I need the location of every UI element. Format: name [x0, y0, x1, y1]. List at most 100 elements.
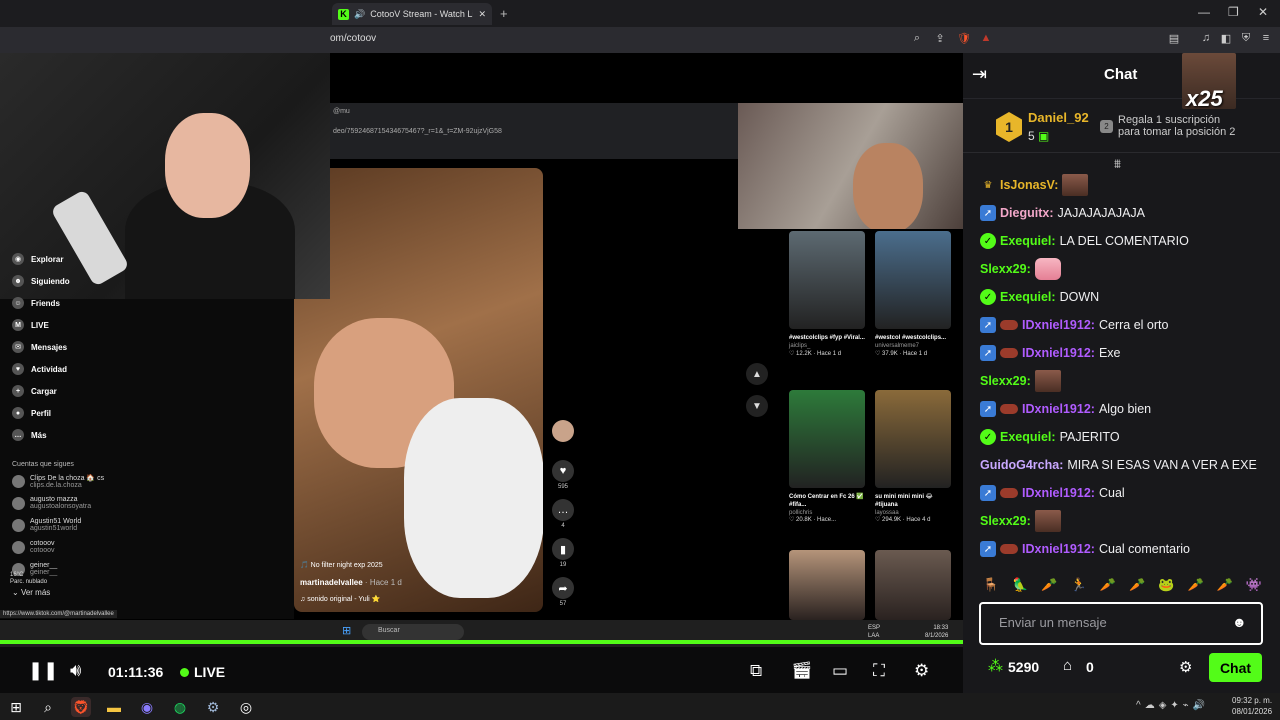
brave-shields-icon[interactable]: 🛡: [956, 32, 972, 48]
like-action[interactable]: ♥ 595: [552, 460, 574, 490]
collapse-chat-icon[interactable]: ⇥: [972, 64, 987, 85]
volume-button[interactable]: 🔊︎: [70, 660, 81, 681]
following-item[interactable]: Clips De la choza 🏠 cs clips.de.la.choza: [12, 474, 104, 489]
chat-username[interactable]: Exequiel:: [1000, 290, 1056, 304]
recommended-video-thumb[interactable]: [875, 231, 951, 329]
quick-emote-icon[interactable]: 🐸: [1155, 574, 1177, 596]
vpn-icon[interactable]: ⛨: [1238, 32, 1254, 48]
tiktok-nav-4[interactable]: ✉ Mensajes: [12, 341, 67, 353]
chat-send-button[interactable]: Chat: [1209, 653, 1262, 682]
media-icon[interactable]: ♫: [1198, 32, 1214, 48]
quick-emote-icon[interactable]: 🥕: [1097, 574, 1119, 596]
save-action[interactable]: ▮ 19: [552, 538, 574, 568]
prev-video-button[interactable]: ▲: [746, 363, 768, 385]
share-action[interactable]: ➦ 57: [552, 577, 574, 607]
comment-action[interactable]: … 4: [552, 499, 574, 529]
share-icon[interactable]: ⇪: [932, 32, 948, 48]
chat-username[interactable]: Exequiel:: [1000, 430, 1056, 444]
tab-close-icon[interactable]: ✕: [478, 9, 486, 20]
start-icon[interactable]: ⊞: [6, 697, 26, 717]
quick-emote-icon[interactable]: 🥕: [1214, 574, 1236, 596]
quick-emote-icon[interactable]: 👾: [1243, 574, 1265, 596]
quick-emote-icon[interactable]: 🦜: [1009, 574, 1031, 596]
tiktok-nav-5[interactable]: ♥ Actividad: [12, 363, 67, 375]
recommended-video-thumb[interactable]: [875, 390, 951, 488]
maximize-button[interactable]: ❐: [1228, 5, 1239, 19]
brave-rewards-icon[interactable]: ▲: [978, 32, 994, 48]
chat-username[interactable]: Dieguitx:: [1000, 206, 1053, 220]
obs-icon[interactable]: ◎: [236, 697, 256, 717]
system-tray[interactable]: ^☁◈✦⌁🔊: [1136, 700, 1209, 711]
chat-message-input[interactable]: [999, 615, 1219, 630]
following-item[interactable]: cotooov cotooov: [12, 540, 55, 554]
channel-points-icon[interactable]: ⁂: [988, 657, 1003, 675]
recommended-video-thumb[interactable]: [789, 390, 865, 488]
next-video-button[interactable]: ▼: [746, 395, 768, 417]
minimize-button[interactable]: —: [1198, 5, 1210, 19]
discord-icon[interactable]: ◉: [137, 697, 157, 717]
tiktok-nav-2[interactable]: ☺ Friends: [12, 297, 60, 309]
comment-icon[interactable]: …: [552, 499, 574, 521]
chat-input-box[interactable]: [979, 602, 1263, 645]
zoom-icon[interactable]: ⌕: [909, 32, 925, 48]
like-icon[interactable]: ♥: [552, 460, 574, 482]
emoji-picker-icon[interactable]: ☻: [1232, 614, 1247, 630]
pause-button[interactable]: ❚❚: [28, 660, 58, 681]
quick-emote-icon[interactable]: 🏃: [1068, 574, 1090, 596]
chat-username[interactable]: Exequiel:: [1000, 234, 1056, 248]
chat-username[interactable]: GuidoG4rcha:: [980, 458, 1063, 472]
tiktok-nav-3[interactable]: M LIVE: [12, 319, 49, 331]
url-text[interactable]: om/cotoov: [330, 33, 376, 44]
tiktok-nav-1[interactable]: ☻ Siguiendo: [12, 275, 70, 287]
close-window-button[interactable]: ✕: [1258, 5, 1268, 19]
clip-button[interactable]: 🎬︎: [791, 661, 813, 681]
quick-emote-icon[interactable]: 🥕: [1185, 574, 1207, 596]
store-count[interactable]: 0: [1086, 659, 1094, 675]
chat-username[interactable]: Slexx29:: [980, 374, 1031, 388]
new-tab-button[interactable]: +: [500, 6, 508, 21]
browser-tab[interactable]: K 🔊 CotooV Stream - Watch Live o ✕: [332, 3, 492, 25]
theater-mode-button[interactable]: ▭: [832, 661, 848, 681]
following-item[interactable]: augusto mazza augustoalonsoyatra: [12, 496, 91, 510]
reader-icon[interactable]: ▤: [1166, 32, 1182, 48]
chat-username[interactable]: IDxniel1912:: [1022, 402, 1095, 416]
search-icon[interactable]: ⌕: [38, 697, 58, 717]
store-icon[interactable]: ⌂: [1063, 657, 1072, 674]
tiktok-nav-8[interactable]: … Más: [12, 429, 47, 441]
menu-icon[interactable]: ≡: [1258, 32, 1274, 48]
chat-username[interactable]: IDxniel1912:: [1022, 346, 1095, 360]
chat-username[interactable]: IDxniel1912:: [1022, 486, 1095, 500]
settings-button[interactable]: ⚙: [914, 661, 929, 681]
tiktok-nav-6[interactable]: + Cargar: [12, 385, 57, 397]
chat-username[interactable]: Slexx29:: [980, 262, 1031, 276]
recommended-video-thumb[interactable]: [789, 550, 865, 620]
channel-points[interactable]: 5290: [1008, 659, 1039, 675]
recommended-video-thumb[interactable]: [789, 231, 865, 329]
pip-button[interactable]: ⧉: [750, 661, 762, 681]
quick-emote-icon[interactable]: 🪑: [980, 574, 1002, 596]
chat-username[interactable]: IDxniel1912:: [1022, 542, 1095, 556]
chat-username[interactable]: IsJonasV:: [1000, 178, 1058, 192]
chat-username[interactable]: IDxniel1912:: [1022, 318, 1095, 332]
brave-icon[interactable]: 🦁︎: [71, 697, 91, 717]
gift-promo[interactable]: Regala 1 suscripción para tomar la posici…: [1118, 114, 1235, 138]
system-clock[interactable]: 09:32 p. m. 08/01/2026: [1232, 696, 1272, 718]
following-item[interactable]: Agustin51 World agustin51world: [12, 518, 81, 532]
expand-pinned-icon[interactable]: ⩩: [1114, 156, 1121, 172]
quick-emote-icon[interactable]: 🥕: [1038, 574, 1060, 596]
save-icon[interactable]: ▮: [552, 538, 574, 560]
share-icon[interactable]: ➦: [552, 577, 574, 599]
chat-username[interactable]: Slexx29:: [980, 514, 1031, 528]
tiktok-nav-7[interactable]: ● Perfil: [12, 407, 51, 419]
quick-emote-icon[interactable]: 🥕: [1126, 574, 1148, 596]
sidebar-icon[interactable]: ◧: [1218, 32, 1234, 48]
recommended-video-thumb[interactable]: [875, 550, 951, 620]
fullscreen-button[interactable]: ⛶: [873, 661, 885, 681]
tiktok-nav-0[interactable]: ◉ Explorar: [12, 253, 63, 265]
see-more-link[interactable]: ⌄ Ver más: [12, 588, 50, 597]
chat-settings-icon[interactable]: ⚙: [1179, 658, 1192, 676]
steam-icon[interactable]: ⚙: [203, 697, 223, 717]
files-icon[interactable]: ▬: [104, 697, 124, 717]
leaderboard-name[interactable]: Daniel_92: [1028, 110, 1089, 125]
spotify-icon[interactable]: ◍: [170, 697, 190, 717]
